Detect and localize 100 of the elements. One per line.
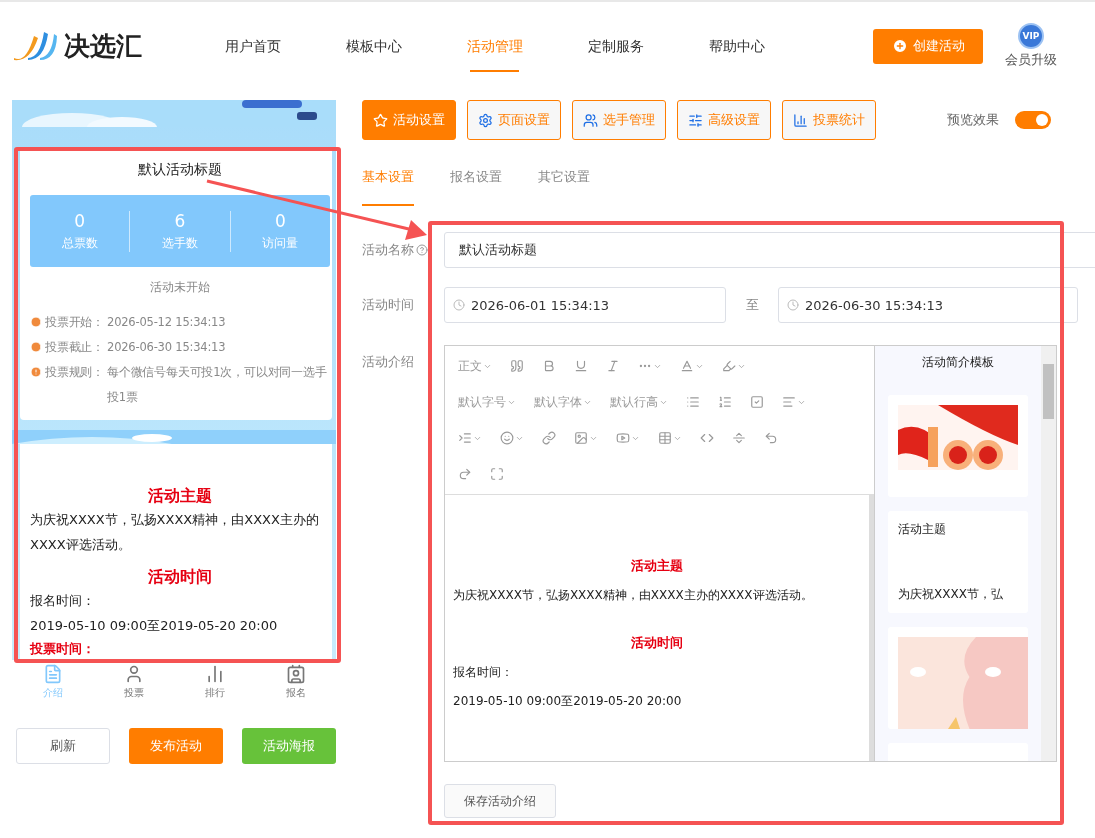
fullscreen-icon — [490, 467, 504, 481]
bullet-list-icon — [686, 395, 700, 409]
bottom-nav-tab[interactable]: 投票 — [93, 660, 174, 704]
info-value: 2026-06-30 15:34:13 — [107, 339, 226, 356]
clock-icon — [30, 316, 42, 328]
info-label: 投票规则： — [45, 364, 104, 381]
content-text: 2019-05-10 09:00至2019-05-20 20:00 — [30, 617, 279, 635]
settings-tab[interactable]: 页面设置 — [467, 100, 561, 140]
editor-dropdown[interactable]: 默认字体 — [525, 384, 601, 420]
bold-icon — [542, 359, 556, 373]
star-icon — [373, 112, 388, 128]
end-date-field[interactable]: 2026-06-30 15:34:13 — [778, 287, 1078, 323]
stat-label: 总票数 — [61, 234, 98, 252]
field-label: 活动介绍 — [362, 353, 414, 371]
activity-name-field[interactable]: 默认活动标题 — [444, 232, 1095, 268]
action-button[interactable]: 发布活动 — [129, 728, 224, 764]
action-button[interactable]: 活动海报 — [242, 728, 336, 764]
stat-value: 0 — [274, 210, 286, 231]
image-icon — [574, 431, 588, 445]
clock-icon — [453, 299, 465, 311]
start-date-field[interactable]: 2026-06-01 15:34:13 — [444, 287, 726, 323]
stat-value: 0 — [74, 210, 86, 231]
indent-icon — [458, 431, 472, 445]
code-icon — [700, 431, 714, 445]
content-text: 为庆祝XXXX节，弘扬XXXX精神，由XXXX主办的XXXX评选活动。 — [30, 511, 320, 554]
sub-tab[interactable]: 报名设置 — [450, 168, 502, 206]
contact-card-icon — [285, 664, 306, 684]
table-icon — [658, 431, 672, 445]
scrollbar[interactable] — [1041, 346, 1056, 761]
help-icon[interactable] — [416, 244, 428, 256]
content-label: 投票时间： — [30, 640, 96, 658]
content-heading: 活动时间 — [630, 634, 684, 652]
italic-icon — [606, 359, 620, 373]
info-label: 投票开始： — [45, 314, 104, 331]
vip-badge[interactable]: VIP — [1018, 23, 1044, 49]
info-label: 投票截止： — [45, 339, 104, 356]
nav-link[interactable]: 用户首页 — [192, 20, 313, 72]
bottom-nav-tab[interactable]: 报名 — [255, 660, 336, 704]
nav-link[interactable]: 帮助中心 — [676, 20, 797, 72]
preview-switch[interactable] — [1015, 111, 1051, 129]
content-heading: 活动时间 — [147, 567, 213, 588]
nav-link[interactable]: 模板中心 — [313, 20, 434, 72]
content-text: 报名时间： — [30, 592, 96, 610]
template-card[interactable]: 活动主题 为庆祝XXXX节，弘 — [888, 511, 1028, 613]
info-value: 2026-05-12 15:34:13 — [107, 314, 226, 331]
nav-link[interactable]: 活动管理 — [434, 20, 555, 72]
info-value: 每个微信号每天可投1次，可以对同一选手投1票 — [107, 364, 328, 406]
vip-upgrade-label[interactable]: 会员升级 — [1005, 51, 1057, 69]
settings-tab[interactable]: 活动设置 — [362, 100, 456, 140]
editor-dropdown[interactable]: 正文 — [449, 348, 501, 384]
logo-text: 决选汇 — [64, 29, 142, 63]
sliders-icon — [688, 112, 703, 128]
users-icon — [583, 112, 598, 128]
bar-chart-icon — [793, 112, 808, 128]
action-button[interactable]: 刷新 — [16, 728, 111, 764]
divider-icon — [732, 431, 746, 445]
redo-icon — [458, 467, 472, 481]
video-icon — [616, 431, 630, 445]
editor-dropdown[interactable]: 默认行高 — [601, 384, 677, 420]
sub-tab[interactable]: 基本设置 — [362, 168, 414, 206]
content-text: 报名时间： — [453, 664, 514, 681]
numbered-list-icon — [718, 395, 732, 409]
clock-icon — [30, 341, 42, 353]
content-heading: 活动主题 — [147, 486, 213, 507]
highlighter-icon — [722, 359, 736, 373]
content-text: 2019-05-10 09:00至2019-05-20 20:00 — [453, 693, 683, 710]
template-card[interactable] — [888, 395, 1028, 497]
underline-icon — [574, 359, 588, 373]
template-text: 为庆祝XXXX节，弘 — [898, 586, 1004, 603]
settings-tab[interactable]: 选手管理 — [572, 100, 666, 140]
bottom-nav-tab[interactable]: 排行 — [174, 660, 255, 704]
settings-tab[interactable]: 投票统计 — [782, 100, 876, 140]
smiley-icon — [500, 431, 514, 445]
alert-icon — [30, 366, 42, 378]
activity-status: 活动未开始 — [149, 279, 211, 296]
checkbox-icon — [750, 395, 764, 409]
stat-label: 访问量 — [262, 234, 299, 252]
content-heading: 活动主题 — [630, 557, 684, 575]
preview-label: 预览效果 — [947, 111, 999, 129]
quote-icon — [510, 359, 524, 373]
sub-tab[interactable]: 其它设置 — [538, 168, 590, 206]
editor-dropdown[interactable]: 默认字号 — [449, 384, 525, 420]
stat-label: 选手数 — [162, 234, 198, 252]
undo-icon — [764, 431, 778, 445]
gear-icon — [478, 112, 493, 128]
save-intro-button[interactable]: 保存活动介绍 — [444, 784, 556, 818]
date-separator: 至 — [744, 296, 760, 314]
stat-value: 6 — [174, 210, 186, 231]
plus-icon — [891, 38, 908, 54]
settings-tab[interactable]: 高级设置 — [677, 100, 771, 140]
clock-icon — [787, 299, 799, 311]
font-color-icon — [680, 359, 694, 373]
align-icon — [782, 395, 796, 409]
template-panel-title: 活动简介模板 — [922, 354, 994, 371]
content-text: 为庆祝XXXX节，弘扬XXXX精神，由XXXX主办的XXXX评选活动。 — [453, 587, 814, 604]
template-heading: 活动主题 — [898, 521, 947, 538]
field-label: 活动时间 — [362, 296, 414, 314]
activity-title: 默认活动标题 — [137, 161, 223, 179]
nav-link[interactable]: 定制服务 — [555, 20, 676, 72]
create-activity-button[interactable]: 创建活动 — [873, 28, 983, 64]
